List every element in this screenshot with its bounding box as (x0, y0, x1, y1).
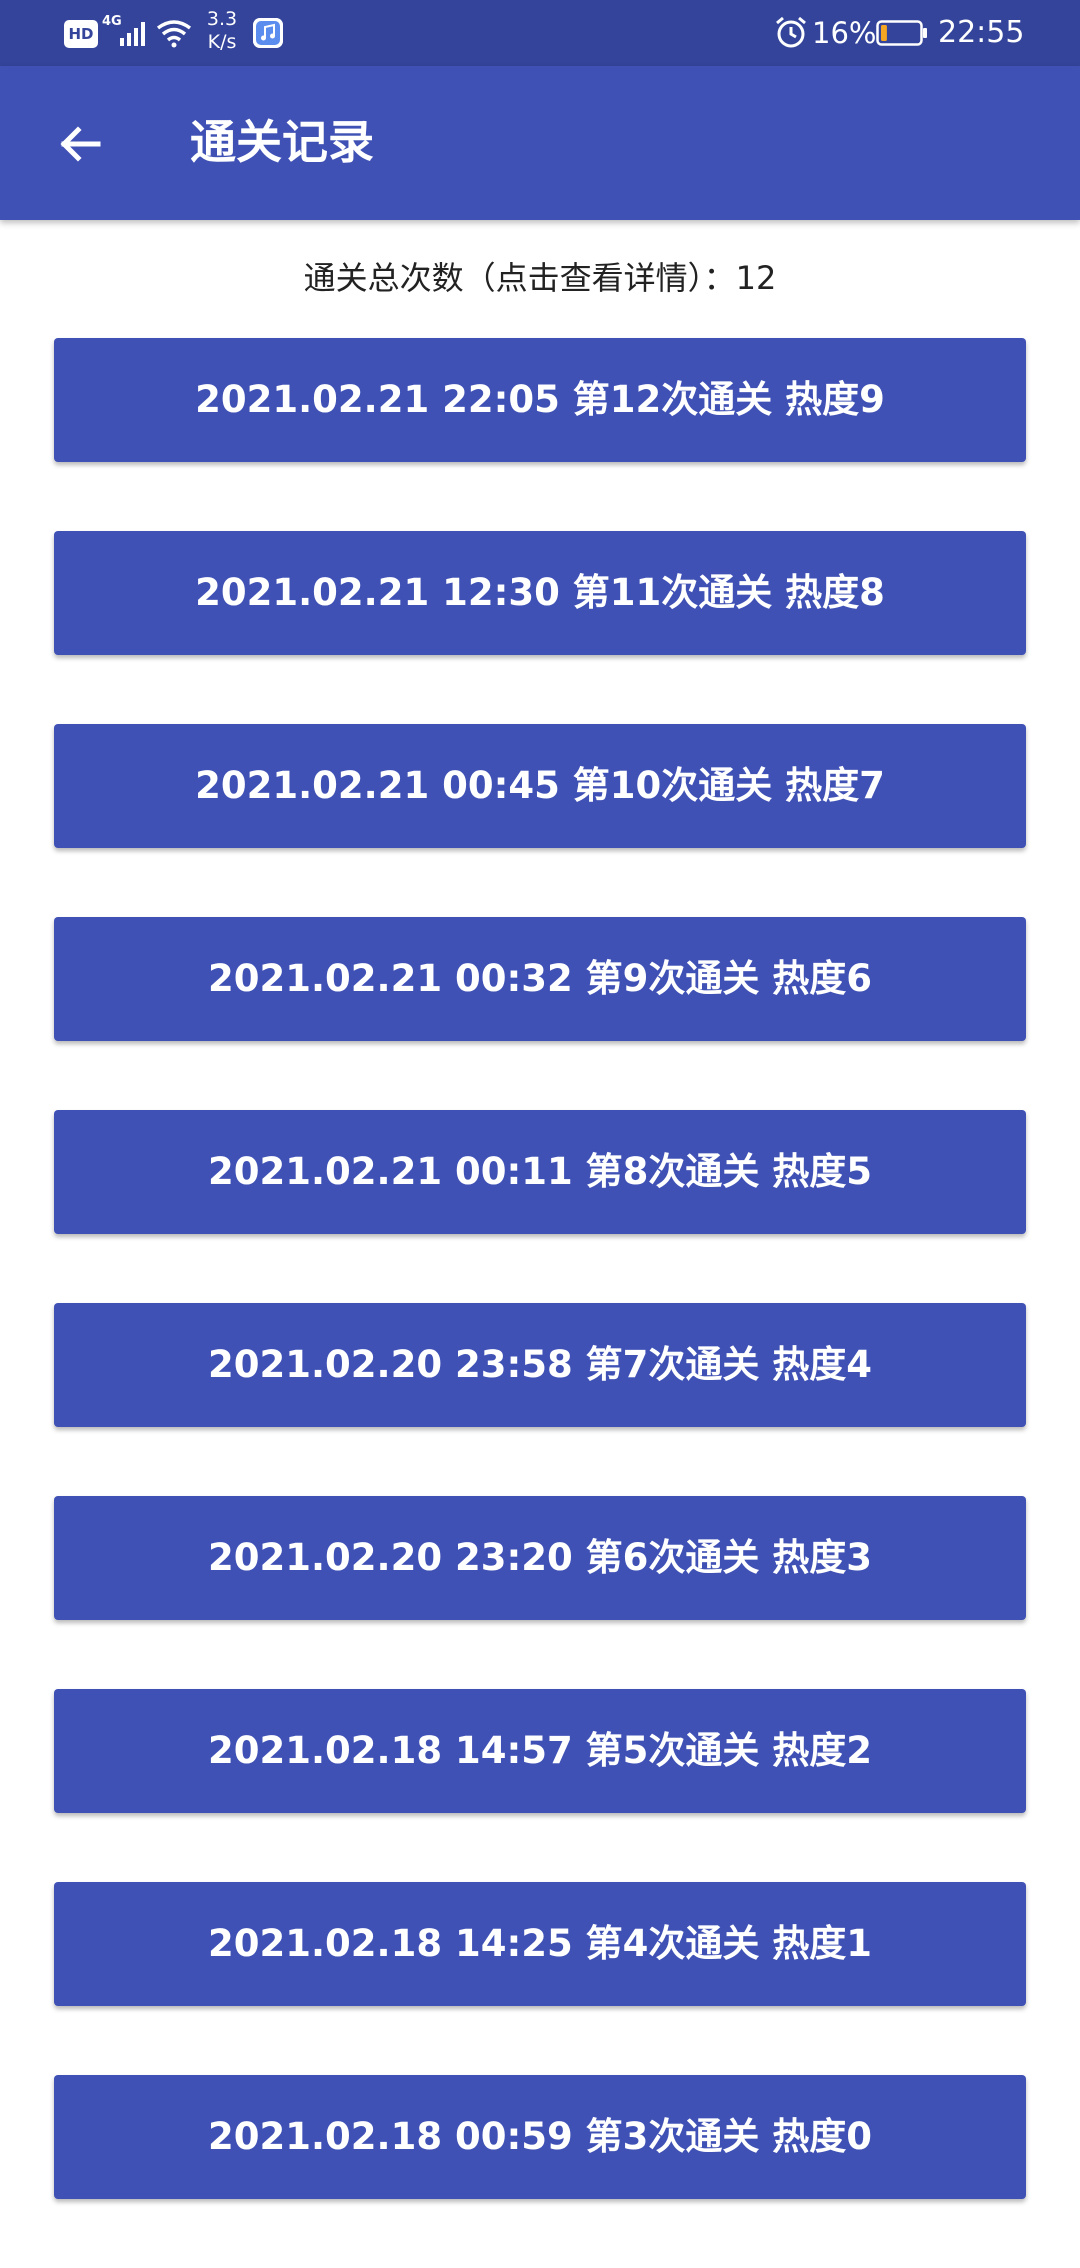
battery-percent: 16% (812, 16, 877, 50)
alarm-icon (776, 16, 806, 48)
signal-icon (120, 22, 145, 46)
app-bar: 通关记录 (0, 66, 1080, 220)
summary: 通关总次数（点击查看详情）：12 (0, 254, 1080, 302)
clock: 22:55 (938, 15, 1025, 50)
summary-label: 通关总次数（点击查看详情）： (303, 259, 736, 297)
back-button[interactable] (42, 106, 118, 182)
record-button[interactable]: 2021.02.21 00:45 第10次通关 热度7 (54, 724, 1026, 848)
battery-icon (876, 20, 927, 46)
hd-icon: HD (64, 20, 98, 48)
status-bar: HD 4G 3.3 K/s 16% 22:55 (0, 0, 1080, 66)
network-speed: 3.3 K/s (202, 8, 242, 54)
wifi-icon (156, 20, 192, 48)
music-app-icon (253, 18, 283, 48)
record-button[interactable]: 2021.02.21 12:30 第11次通关 热度8 (54, 531, 1026, 655)
record-button[interactable]: 2021.02.21 00:11 第8次通关 热度5 (54, 1110, 1026, 1234)
record-button[interactable]: 2021.02.18 14:57 第5次通关 热度2 (54, 1689, 1026, 1813)
summary-count: 12 (735, 259, 777, 297)
arrow-left-icon (60, 126, 101, 162)
speed-value: 3.3 (206, 8, 238, 30)
record-button[interactable]: 2021.02.20 23:58 第7次通关 热度4 (54, 1303, 1026, 1427)
record-button[interactable]: 2021.02.18 00:59 第3次通关 热度0 (54, 2075, 1026, 2199)
record-button[interactable]: 2021.02.18 14:25 第4次通关 热度1 (54, 1882, 1026, 2006)
record-button[interactable]: 2021.02.21 00:32 第9次通关 热度6 (54, 917, 1026, 1041)
record-list: 2021.02.21 22:05 第12次通关 热度9 2021.02.21 1… (54, 338, 1026, 2268)
speed-unit: K/s (207, 31, 237, 53)
record-button[interactable]: 2021.02.20 23:20 第6次通关 热度3 (54, 1496, 1026, 1620)
page-title: 通关记录 (190, 115, 374, 169)
record-button[interactable]: 2021.02.21 22:05 第12次通关 热度9 (54, 338, 1026, 462)
